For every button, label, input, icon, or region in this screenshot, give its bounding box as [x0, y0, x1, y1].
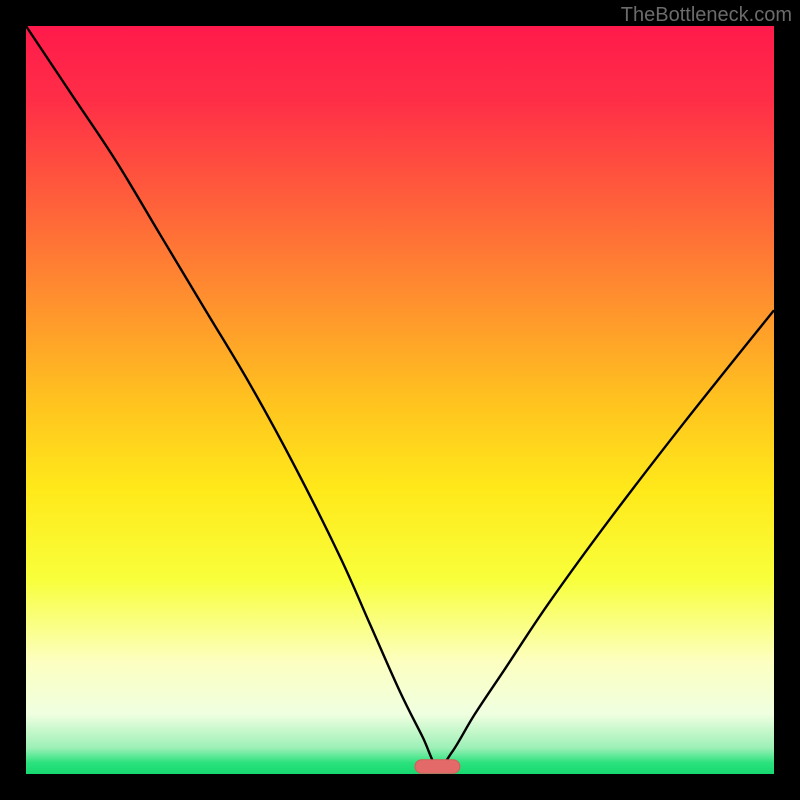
- curve-layer: [26, 26, 774, 774]
- plot-area: [26, 26, 774, 774]
- chart-frame: [26, 26, 774, 774]
- bottleneck-curve: [26, 26, 774, 767]
- watermark-text: TheBottleneck.com: [621, 4, 792, 27]
- optimum-marker: [415, 760, 460, 773]
